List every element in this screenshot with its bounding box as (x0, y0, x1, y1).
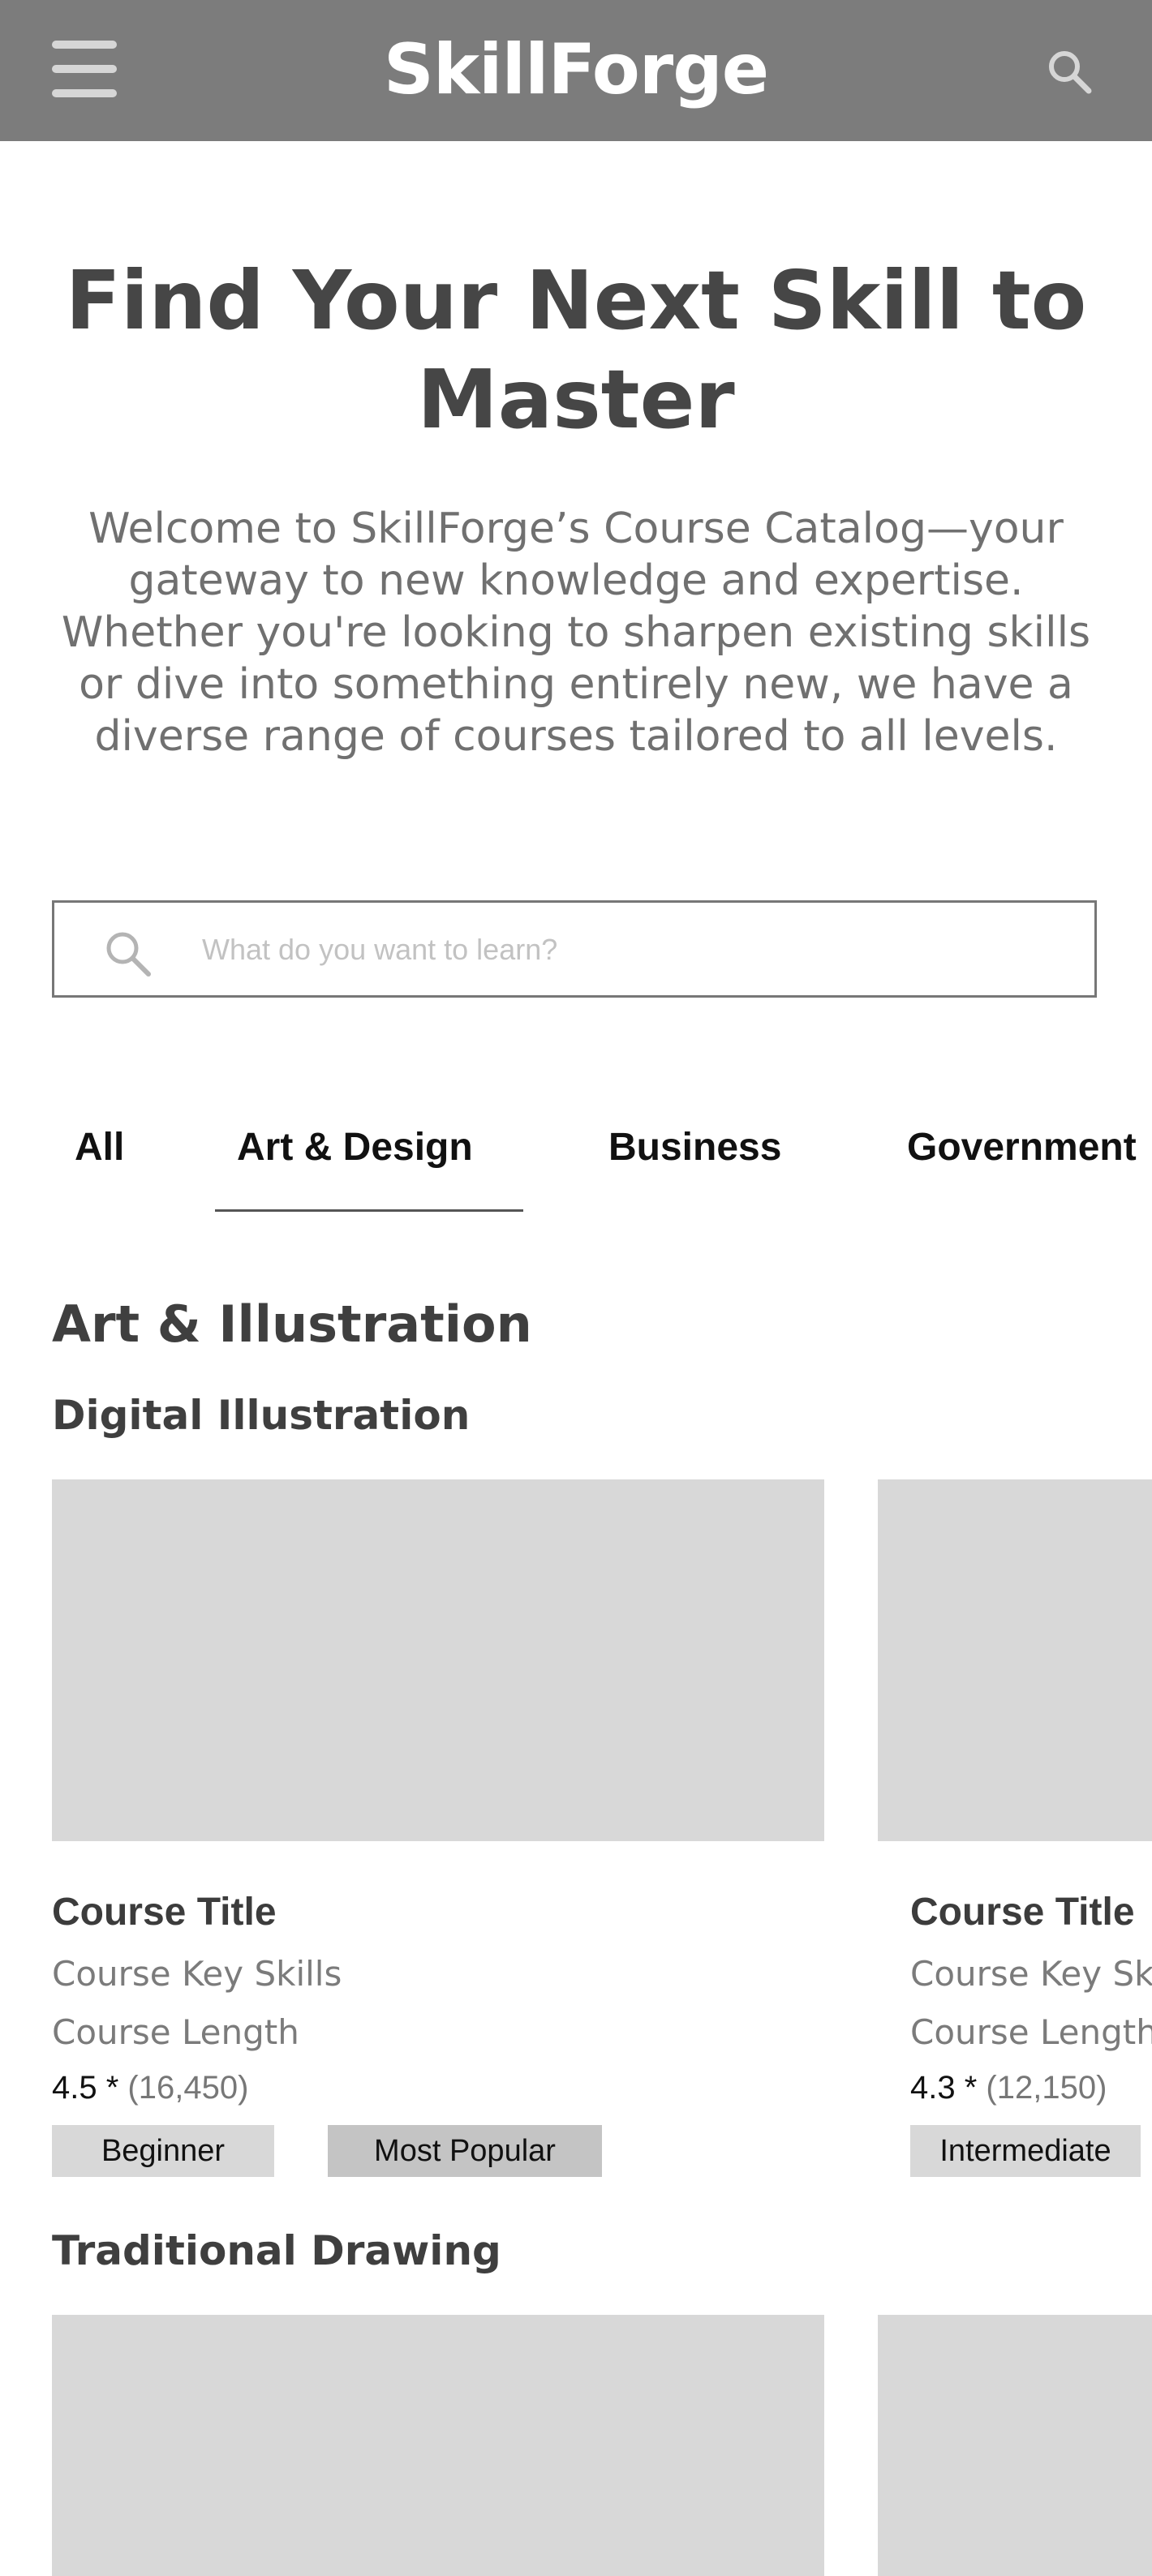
category-tabs: All Art & Design Business Government (0, 1095, 1152, 1217)
logo[interactable]: SkillForge (0, 23, 1152, 117)
tab-art-and-design[interactable]: Art & Design (237, 1119, 473, 1176)
level-badge: Intermediate (910, 2125, 1141, 2177)
course-rating: 4.3 * (12,150) (910, 2065, 1107, 2110)
course-search-box[interactable] (52, 900, 1097, 998)
course-image-placeholder (52, 2315, 824, 2576)
level-badge: Beginner (52, 2125, 274, 2177)
course-key-skills: Course Key Skills (52, 1954, 342, 1994)
review-count: (12,150) (986, 2070, 1107, 2106)
course-key-skills: Course Key Skills (910, 1954, 1152, 1994)
intro-text: Welcome to SkillForge’s Course Catalog—y… (61, 504, 1091, 761)
search-icon (101, 927, 153, 979)
tab-all[interactable]: All (75, 1119, 124, 1176)
page-title: Find Your Next Skill to Master (65, 253, 1087, 447)
course-length: Course Length (910, 2012, 1152, 2052)
course-length: Course Length (52, 2012, 299, 2052)
course-image-placeholder (878, 1479, 1152, 1841)
course-carousel[interactable]: Course Title Course Key Skills Course Le… (0, 1479, 1152, 2193)
course-title[interactable]: Course Title (910, 1887, 1135, 1938)
course-image-placeholder (52, 1479, 824, 1841)
active-tab-indicator (215, 1209, 523, 1212)
rating-value: 4.3 * (910, 2070, 978, 2106)
subsection-heading: Traditional Drawing (52, 2227, 501, 2274)
subsection-heading: Digital Illustration (52, 1392, 471, 1439)
rating-value: 4.5 * (52, 2070, 119, 2106)
search-input[interactable] (200, 922, 1064, 977)
popularity-badge: Most Popular (328, 2125, 602, 2177)
review-count: (16,450) (127, 2070, 249, 2106)
course-carousel[interactable] (0, 2315, 1152, 2576)
search-icon[interactable] (1042, 44, 1098, 101)
section-heading: Art & Illustration (52, 1294, 532, 1354)
app-header: SkillForge (0, 0, 1152, 141)
course-rating: 4.5 * (16,450) (52, 2065, 248, 2110)
tab-business[interactable]: Business (608, 1119, 781, 1176)
tab-government[interactable]: Government (907, 1119, 1137, 1176)
course-title[interactable]: Course Title (52, 1887, 277, 1938)
course-image-placeholder (878, 2315, 1152, 2576)
